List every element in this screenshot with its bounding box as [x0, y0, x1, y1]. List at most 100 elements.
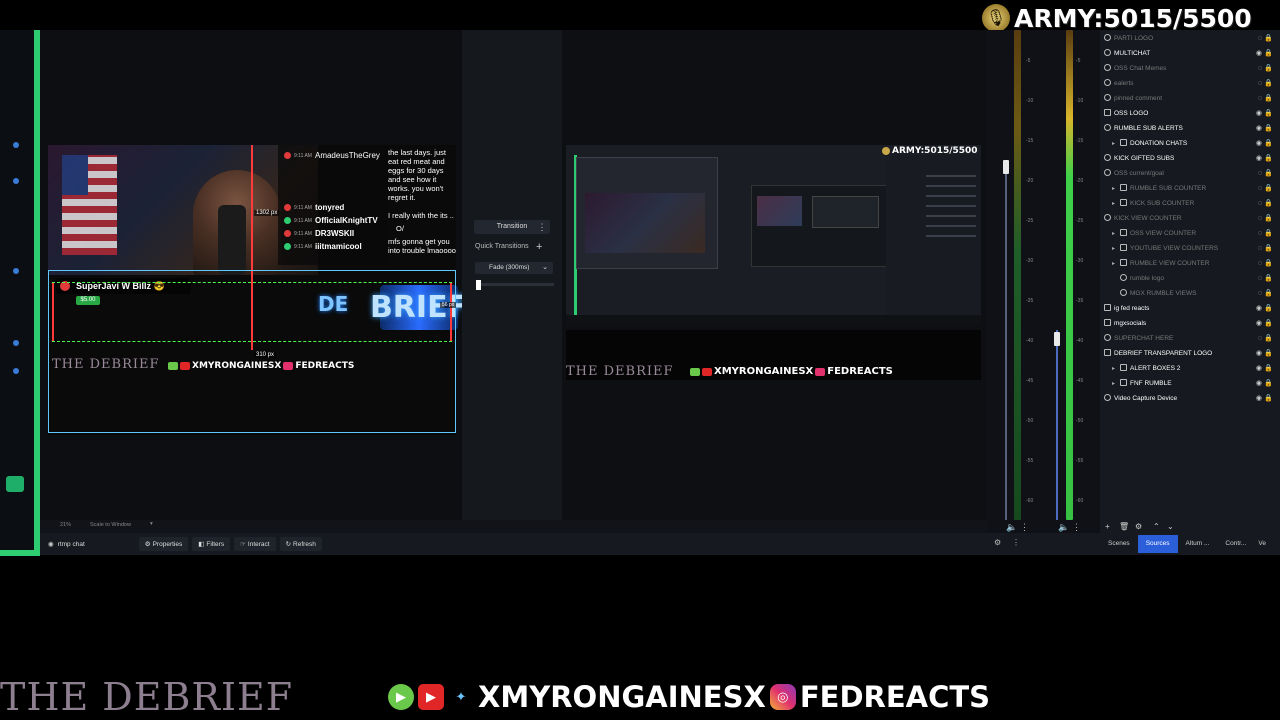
source-item[interactable]: ▸ YOUTUBE VIEW COUNTERS ◌ 🔒 [1104, 241, 1276, 256]
lock-icon[interactable]: 🔒 [1264, 256, 1273, 271]
source-item[interactable]: KICK GIFTED SUBS ◉ 🔒 [1104, 151, 1276, 166]
lock-icon[interactable]: 🔒 [1264, 61, 1273, 76]
source-item[interactable]: MULTICHAT ◉ 🔒 [1104, 46, 1276, 61]
chevron-down-icon[interactable]: ▾ [150, 521, 153, 527]
add-quick-transition-icon[interactable]: + [536, 241, 542, 253]
lock-icon[interactable]: 🔒 [1264, 241, 1273, 256]
source-item[interactable]: DEBRIEF TRANSPARENT LOGO ◉ 🔒 [1104, 346, 1276, 361]
zoom-level[interactable]: 21% [60, 522, 71, 528]
visibility-eye-icon[interactable]: ◉ [1256, 301, 1262, 316]
source-item[interactable]: ealerts ◌ 🔒 [1104, 76, 1276, 91]
visibility-eye-icon[interactable]: ◉ [1256, 151, 1262, 166]
visibility-eye-icon[interactable]: ◉ [1256, 106, 1262, 121]
visibility-eye-icon[interactable]: ◌ [1258, 61, 1262, 76]
lock-icon[interactable]: 🔒 [1264, 166, 1273, 181]
tab-sources[interactable]: Sources [1137, 535, 1178, 553]
source-item[interactable]: KICK VIEW COUNTER ◌ 🔒 [1104, 211, 1276, 226]
visibility-eye-icon[interactable]: ◌ [1258, 31, 1262, 46]
lock-icon[interactable]: 🔒 [1264, 46, 1273, 61]
filters-button[interactable]: ◧ Filters [192, 537, 231, 551]
chevron-up-icon[interactable]: ⌃ [1153, 522, 1160, 531]
menu-dots-icon[interactable]: ⋮ [1020, 522, 1029, 533]
lock-icon[interactable]: 🔒 [1264, 181, 1273, 196]
gear-icon[interactable]: ⚙ [1135, 522, 1142, 531]
lock-icon[interactable]: 🔒 [1264, 331, 1273, 346]
lock-icon[interactable]: 🔒 [1264, 106, 1273, 121]
source-item[interactable]: OSS current/goal ◌ 🔒 [1104, 166, 1276, 181]
visibility-eye-icon[interactable]: ◌ [1258, 286, 1262, 301]
visibility-eye-icon[interactable]: ◌ [1258, 181, 1262, 196]
visibility-eye-icon[interactable]: ◌ [1258, 271, 1262, 286]
lock-icon[interactable]: 🔒 [1264, 151, 1273, 166]
tab-ve[interactable]: Ve [1254, 535, 1270, 553]
lock-icon[interactable]: 🔒 [1264, 136, 1273, 151]
speaker-icon[interactable]: 🔈 [1006, 522, 1017, 533]
fader-track-2[interactable] [1056, 330, 1058, 520]
tbar-knob[interactable] [476, 280, 481, 290]
lock-icon[interactable]: 🔒 [1264, 211, 1273, 226]
tbar-slider[interactable] [476, 280, 554, 290]
lock-icon[interactable]: 🔒 [1264, 76, 1273, 91]
source-item[interactable]: ig fed reacts ◉ 🔒 [1104, 301, 1276, 316]
source-item[interactable]: ▸ ALERT BOXES 2 ◉ 🔒 [1104, 361, 1276, 376]
visibility-eye-icon[interactable]: ◉ [1256, 316, 1262, 331]
visibility-eye-icon[interactable]: ◌ [1258, 211, 1262, 226]
visibility-eye-icon[interactable]: ◉ [1256, 346, 1262, 361]
fader-knob-2[interactable] [1054, 332, 1060, 346]
tab-scenes[interactable]: Scenes [1100, 535, 1138, 553]
source-item[interactable]: mgxsocials ◉ 🔒 [1104, 316, 1276, 331]
mixer-settings-icon[interactable]: ⚙ [994, 538, 1001, 547]
lock-icon[interactable]: 🔒 [1264, 91, 1273, 106]
expand-icon[interactable]: ▸ [1112, 257, 1120, 272]
menu-dots-icon[interactable]: ⋮ [1072, 522, 1081, 533]
lock-icon[interactable]: 🔒 [1264, 121, 1273, 136]
lock-icon[interactable]: 🔒 [1264, 271, 1273, 286]
source-item[interactable]: ▸ OSS VIEW COUNTER ◌ 🔒 [1104, 226, 1276, 241]
properties-button[interactable]: ⚙ Properties [138, 537, 189, 551]
trash-icon[interactable]: 🗑 [1119, 522, 1129, 531]
lock-icon[interactable]: 🔒 [1264, 301, 1273, 316]
interact-button[interactable]: ☞ Interact [234, 537, 276, 551]
expand-icon[interactable]: ▸ [1112, 242, 1120, 257]
lock-icon[interactable]: 🔒 [1264, 361, 1273, 376]
tab-controls[interactable]: Contr... [1217, 535, 1254, 553]
add-icon[interactable]: + [1105, 522, 1110, 531]
lock-icon[interactable]: 🔒 [1264, 31, 1273, 46]
source-item[interactable]: Video Capture Device ◉ 🔒 [1104, 391, 1276, 406]
lock-icon[interactable]: 🔒 [1264, 391, 1273, 406]
transition-menu-icon[interactable]: ⋮ [536, 220, 548, 234]
refresh-button[interactable]: ↻ Refresh [279, 537, 322, 551]
tab-altum[interactable]: Altum ... [1178, 535, 1218, 553]
expand-icon[interactable]: ▸ [1112, 362, 1120, 377]
visibility-eye-icon[interactable]: ◉ [1256, 136, 1262, 151]
visibility-eye-icon[interactable]: ◉ [1256, 391, 1262, 406]
lock-icon[interactable]: 🔒 [1264, 286, 1273, 301]
visibility-eye-icon[interactable]: ◉ [1256, 121, 1262, 136]
lock-icon[interactable]: 🔒 [1264, 196, 1273, 211]
scale-mode[interactable]: Scale to Window [90, 522, 131, 528]
source-item[interactable]: PARTI LOGO ◌ 🔒 [1104, 31, 1276, 46]
visibility-eye-icon[interactable]: ◌ [1258, 241, 1262, 256]
source-item[interactable]: ▸ DONATION CHATS ◉ 🔒 [1104, 136, 1276, 151]
fade-transition-select[interactable]: Fade (300ms) ⌄ [475, 262, 553, 274]
visibility-eye-icon[interactable]: ◌ [1258, 166, 1262, 181]
source-item[interactable]: SUPERCHAT HERE ◌ 🔒 [1104, 331, 1276, 346]
chevron-down-icon[interactable]: ⌄ [1167, 522, 1174, 531]
selected-source-bounds[interactable] [48, 270, 456, 433]
source-item[interactable]: OSS LOGO ◉ 🔒 [1104, 106, 1276, 121]
source-item[interactable]: ▸ KICK SUB COUNTER ◌ 🔒 [1104, 196, 1276, 211]
speaker-icon[interactable]: 🔈 [1058, 522, 1069, 533]
visibility-eye-icon[interactable]: ◌ [1258, 76, 1262, 91]
visibility-eye-icon[interactable]: ◉ [1256, 361, 1262, 376]
lock-icon[interactable]: 🔒 [1264, 316, 1273, 331]
expand-icon[interactable]: ▸ [1112, 182, 1120, 197]
expand-icon[interactable]: ▸ [1112, 377, 1120, 392]
source-item[interactable]: ▸ RUMBLE VIEW COUNTER ◌ 🔒 [1104, 256, 1276, 271]
expand-icon[interactable]: ▸ [1112, 197, 1120, 212]
expand-icon[interactable]: ▸ [1112, 137, 1120, 152]
visibility-eye-icon[interactable]: ◉ [1256, 46, 1262, 61]
source-item[interactable]: OSS Chat Memes ◌ 🔒 [1104, 61, 1276, 76]
visibility-eye-icon[interactable]: ◌ [1258, 196, 1262, 211]
fader-track-1[interactable] [1005, 160, 1007, 520]
visibility-eye-icon[interactable]: ◌ [1258, 331, 1262, 346]
